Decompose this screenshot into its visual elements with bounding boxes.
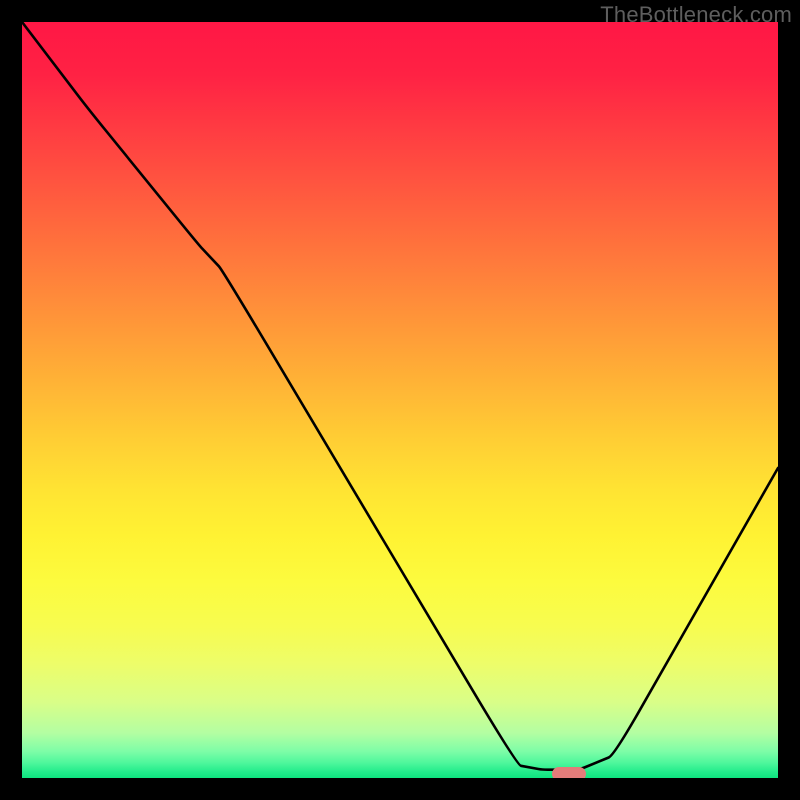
optimum-marker xyxy=(552,767,586,778)
chart-stage: TheBottleneck.com xyxy=(0,0,800,800)
gradient-background xyxy=(22,22,778,778)
plot-area xyxy=(22,22,778,778)
